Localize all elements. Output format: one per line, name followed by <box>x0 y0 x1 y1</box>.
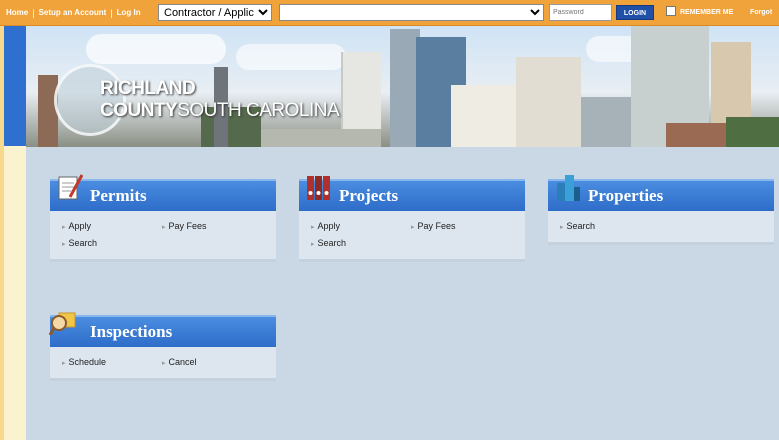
banner-image: RICHLAND COUNTYSOUTH CAROLINA <box>26 26 779 147</box>
banner-state: SOUTH CAROLINA <box>177 100 340 121</box>
trees <box>726 117 779 147</box>
permits-card: Permits Apply Pay Fees Search <box>50 174 276 262</box>
main-content: Permits Apply Pay Fees Search Projects <box>26 147 779 440</box>
banner-title-line2: COUNTYSOUTH CAROLINA <box>100 100 340 122</box>
binders-icon <box>307 176 330 200</box>
permits-search-link[interactable]: Search <box>62 238 162 248</box>
setup-account-link[interactable]: Setup an Account <box>39 8 107 17</box>
remember-me-checkbox[interactable] <box>666 6 676 16</box>
building <box>581 97 636 147</box>
banner-county: COUNTY <box>100 100 178 121</box>
projects-search-link[interactable]: Search <box>311 238 411 248</box>
login-button[interactable]: LOGIN <box>616 5 654 20</box>
projects-links: Apply Pay Fees Search <box>299 211 525 262</box>
separator: | <box>32 7 35 18</box>
projects-apply-link[interactable]: Apply <box>311 221 411 231</box>
plaza <box>261 129 381 147</box>
properties-links: Search <box>548 211 774 245</box>
inspections-title: Inspections <box>90 322 173 341</box>
remember-me-label: REMEMBER ME <box>680 9 734 16</box>
building <box>516 57 581 147</box>
inspections-cancel-link[interactable]: Cancel <box>162 357 262 367</box>
permits-links: Apply Pay Fees Search <box>50 211 276 262</box>
banner-title-line1: RICHLAND <box>100 78 196 99</box>
role-select[interactable]: Contractor / Applicant <box>158 4 272 21</box>
permits-pay-fees-link[interactable]: Pay Fees <box>162 221 262 231</box>
cloud <box>86 34 226 64</box>
magnifier-folder-icon <box>48 312 76 336</box>
projects-pay-fees-link[interactable]: Pay Fees <box>411 221 511 231</box>
permits-apply-link[interactable]: Apply <box>62 221 162 231</box>
password-input[interactable] <box>549 4 612 21</box>
inspections-schedule-link[interactable]: Schedule <box>62 357 162 367</box>
separator: | <box>110 7 113 18</box>
permit-document-icon <box>58 174 84 200</box>
projects-title: Projects <box>339 186 399 205</box>
inspections-links: Schedule Cancel <box>50 347 276 381</box>
properties-card: Properties Search <box>548 175 774 245</box>
buildings-icon <box>557 175 580 201</box>
properties-title: Properties <box>588 186 664 205</box>
inspections-card: Inspections Schedule Cancel <box>48 312 276 381</box>
home-link[interactable]: Home <box>6 8 28 17</box>
login-link[interactable]: Log In <box>117 8 141 17</box>
permits-title: Permits <box>90 186 147 205</box>
forgot-link[interactable]: Forgot <box>750 9 772 16</box>
projects-card: Projects Apply Pay Fees Search <box>299 176 525 262</box>
left-accent-bar <box>4 26 26 146</box>
building <box>451 85 526 147</box>
properties-search-link[interactable]: Search <box>560 221 660 231</box>
cloud <box>236 44 346 70</box>
inspections-header[interactable]: Inspections <box>50 315 276 347</box>
user-select[interactable] <box>279 4 544 21</box>
